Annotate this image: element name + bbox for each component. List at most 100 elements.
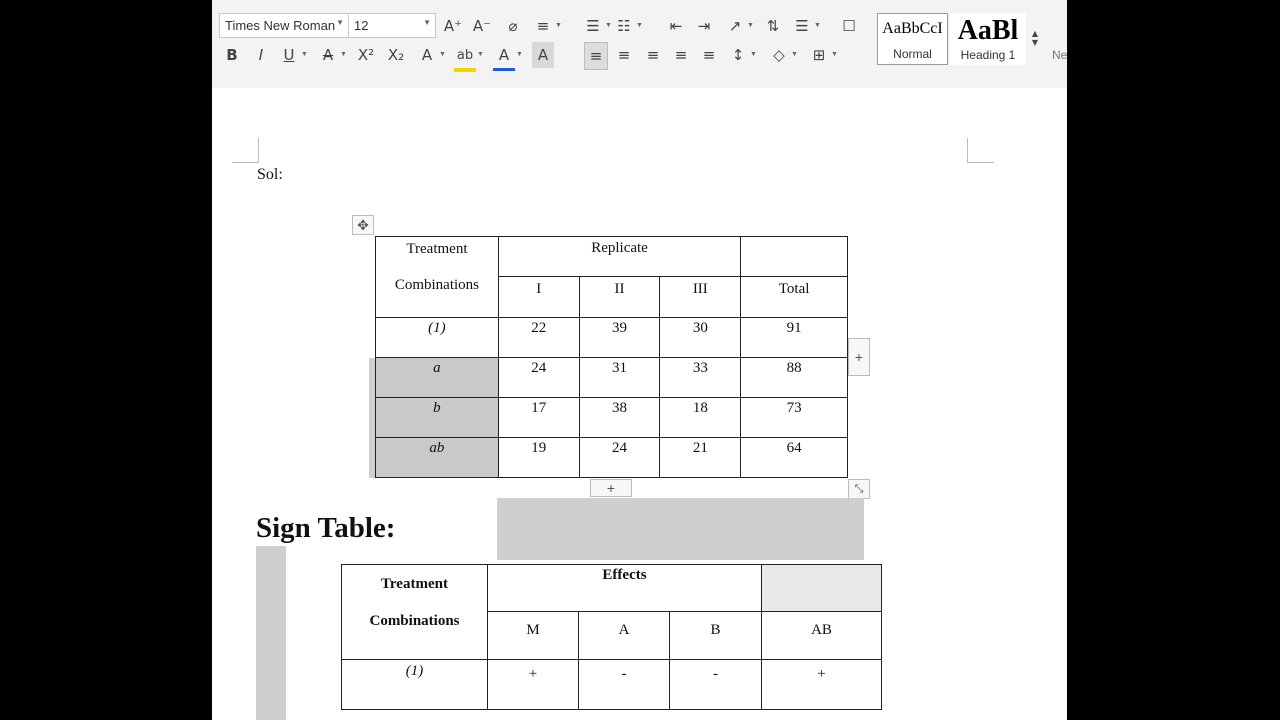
chevron-down-icon[interactable]: ▼: [423, 18, 431, 27]
line-spacing-icon[interactable]: ☰: [791, 14, 813, 38]
bullets-icon[interactable]: ☰: [582, 14, 604, 38]
header-total[interactable]: Total: [740, 276, 848, 318]
add-row-button[interactable]: +: [590, 479, 632, 497]
sort-icon[interactable]: ⇅: [762, 14, 784, 38]
chevron-down-icon[interactable]: ▼: [750, 51, 757, 58]
distribute-icon[interactable]: ≡: [698, 42, 720, 68]
sign-header-blank-cell[interactable]: [761, 564, 882, 612]
chevron-down-icon[interactable]: ▼: [814, 22, 821, 29]
sign-table[interactable]: Treatment Combinations Effects M A B AB …: [341, 564, 882, 710]
chevron-down-icon[interactable]: ▼: [516, 51, 523, 58]
sign-col-b[interactable]: B: [669, 611, 762, 660]
style-heading1[interactable]: AaBl Heading 1: [950, 13, 1026, 65]
document-page[interactable]: Sol: ✥ Treatment Combinations Replicate …: [212, 88, 1067, 720]
justify-icon[interactable]: ≡: [670, 42, 692, 68]
highlight-icon[interactable]: ab: [454, 42, 476, 72]
header-blank-cell[interactable]: [740, 236, 848, 277]
show-marks-icon[interactable]: ☐: [838, 14, 860, 38]
header-rep-3[interactable]: III: [659, 276, 742, 318]
shading-icon[interactable]: ◇: [768, 42, 790, 68]
strikethrough-icon[interactable]: A: [317, 42, 339, 68]
cell-value[interactable]: 39: [578, 317, 661, 358]
header-rep-1[interactable]: I: [497, 276, 580, 318]
font-name-box[interactable]: Times New Roman ▼: [219, 13, 349, 38]
bold-icon[interactable]: B: [221, 42, 243, 68]
numbering-icon[interactable]: ☷: [613, 14, 635, 38]
cell-value[interactable]: 21: [659, 437, 742, 478]
chevron-down-icon[interactable]: ▼: [555, 22, 562, 29]
sign-header-effects-cell[interactable]: Effects: [487, 564, 762, 612]
sign-row-label[interactable]: (1): [341, 659, 488, 710]
sign-col-ab[interactable]: AB: [761, 611, 882, 660]
move-table-icon[interactable]: ✥: [352, 215, 374, 235]
italic-icon[interactable]: I: [250, 42, 272, 68]
resize-table-icon[interactable]: ⤡: [848, 479, 870, 499]
chevron-down-icon[interactable]: ▼: [439, 51, 446, 58]
style-normal[interactable]: AaBbCcI Normal: [877, 13, 948, 65]
cell-total[interactable]: 73: [740, 397, 848, 438]
cell-value[interactable]: 31: [578, 357, 661, 398]
font-color-icon[interactable]: A: [493, 42, 515, 71]
cell-value[interactable]: 24: [497, 357, 580, 398]
clear-format-icon[interactable]: ⌀: [502, 14, 524, 38]
superscript-icon[interactable]: X²: [355, 42, 377, 68]
styles-scroll-icon[interactable]: ▲ ▼: [1029, 18, 1041, 58]
underline-icon[interactable]: U: [278, 42, 300, 68]
char-shading-icon[interactable]: A: [532, 42, 554, 68]
row-label[interactable]: ab: [375, 437, 499, 478]
paragraph-spacing-icon[interactable]: ↕: [727, 42, 749, 68]
chevron-down-icon[interactable]: ▼: [831, 51, 838, 58]
chevron-down-icon[interactable]: ▼: [336, 18, 344, 27]
decrease-indent-icon[interactable]: ⇤: [665, 14, 687, 38]
chevron-down-icon[interactable]: ▼: [301, 51, 308, 58]
sign-cell[interactable]: -: [669, 659, 762, 710]
cell-value[interactable]: 30: [659, 317, 742, 358]
sign-cell[interactable]: +: [487, 659, 579, 710]
shrink-font-icon[interactable]: A⁻: [471, 14, 493, 38]
row-label[interactable]: a: [375, 357, 499, 398]
text-effects-icon[interactable]: ≡: [532, 14, 554, 38]
header-rep-2[interactable]: II: [578, 276, 661, 318]
header-replicate-cell[interactable]: Replicate: [497, 236, 742, 277]
row-label[interactable]: b: [375, 397, 499, 438]
chevron-down-icon[interactable]: ▼: [636, 22, 643, 29]
sign-cell[interactable]: -: [578, 659, 670, 710]
increase-indent-icon[interactable]: ⇥: [693, 14, 715, 38]
table-row[interactable]: (1) 22 39 30 91: [375, 317, 848, 358]
font-size-box[interactable]: 12 ▼: [348, 13, 436, 38]
cell-total[interactable]: 88: [740, 357, 848, 398]
cell-total[interactable]: 91: [740, 317, 848, 358]
table-row[interactable]: (1) + - - +: [341, 659, 882, 710]
cell-total[interactable]: 64: [740, 437, 848, 478]
sign-header-treatment-cell[interactable]: Treatment Combinations: [341, 564, 488, 660]
align-left-icon[interactable]: ≡: [584, 42, 608, 70]
chevron-down-icon[interactable]: ▼: [340, 51, 347, 58]
row-label[interactable]: (1): [375, 317, 499, 358]
cell-value[interactable]: 17: [497, 397, 580, 438]
table-row[interactable]: ab 19 24 21 64: [375, 437, 848, 478]
cell-value[interactable]: 22: [497, 317, 580, 358]
replicate-table[interactable]: Treatment Combinations Replicate I II II…: [375, 236, 848, 478]
table-row[interactable]: b 17 38 18 73: [375, 397, 848, 438]
grow-font-icon[interactable]: A⁺: [442, 14, 464, 38]
chevron-down-icon[interactable]: ▼: [791, 51, 798, 58]
font-effects-icon[interactable]: A: [416, 42, 438, 68]
subscript-icon[interactable]: X₂: [385, 42, 407, 68]
chevron-down-icon[interactable]: ▼: [477, 51, 484, 58]
chevron-down-icon[interactable]: ▼: [747, 22, 754, 29]
sign-col-m[interactable]: M: [487, 611, 579, 660]
add-column-button[interactable]: +: [848, 338, 870, 376]
sign-cell[interactable]: +: [761, 659, 882, 710]
table-row[interactable]: a 24 31 33 88: [375, 357, 848, 398]
cell-value[interactable]: 24: [578, 437, 661, 478]
align-right-icon[interactable]: ≡: [642, 42, 664, 68]
cell-value[interactable]: 18: [659, 397, 742, 438]
sign-col-a[interactable]: A: [578, 611, 670, 660]
align-center-icon[interactable]: ≡: [613, 42, 635, 68]
cell-value[interactable]: 38: [578, 397, 661, 438]
header-treatment-cell[interactable]: Treatment Combinations: [375, 236, 499, 318]
text-direction-icon[interactable]: ↗: [724, 14, 746, 38]
cell-value[interactable]: 19: [497, 437, 580, 478]
cell-value[interactable]: 33: [659, 357, 742, 398]
borders-icon[interactable]: ⊞: [808, 42, 830, 68]
